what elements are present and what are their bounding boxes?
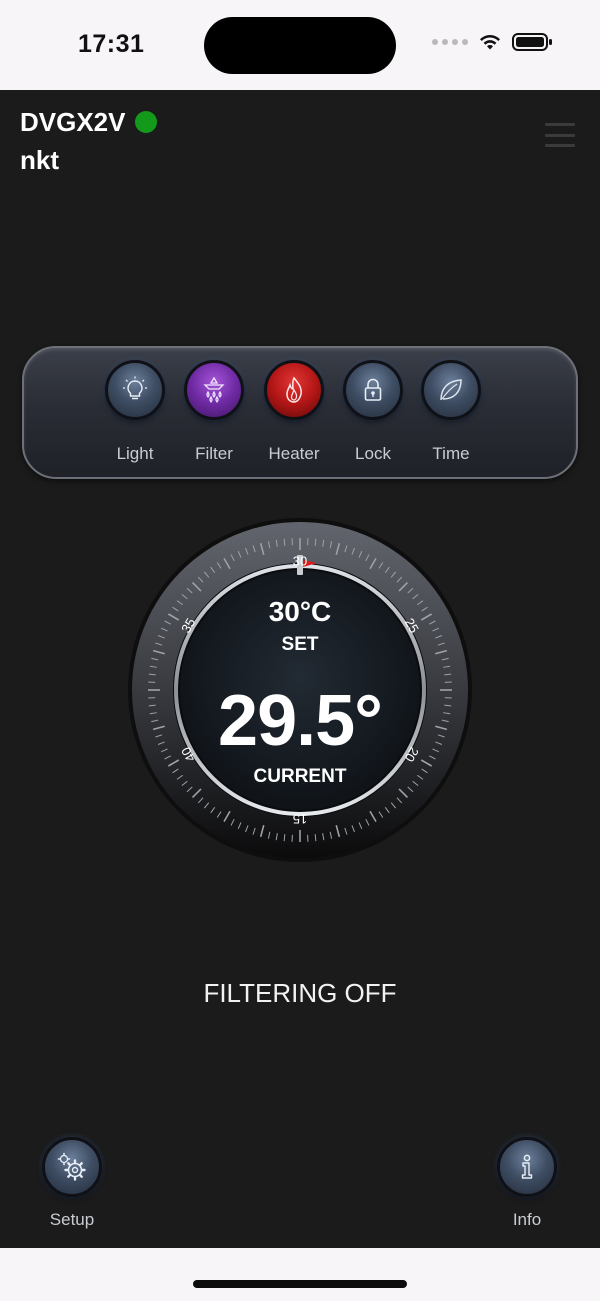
heater-label: Heater (268, 444, 320, 463)
info-label: Info (512, 1210, 542, 1229)
scale-label-15: 15 (293, 812, 307, 827)
time-control[interactable]: Time (411, 360, 491, 470)
status-time: 17:31 (78, 30, 145, 58)
leaf-icon (440, 379, 462, 401)
flame-icon (286, 376, 302, 403)
bulb-icon (123, 376, 147, 400)
filter-button[interactable] (184, 360, 244, 420)
user-name: nkt (20, 145, 59, 175)
lock-icon (364, 378, 382, 401)
light-label: Light (116, 444, 154, 463)
info-icon (521, 1154, 533, 1179)
wifi-icon (480, 34, 500, 50)
status-icons (432, 32, 554, 52)
app-screen: DVGX2V nkt Light Filter Heater Lock Time… (0, 90, 600, 1248)
home-indicator[interactable] (193, 1280, 407, 1288)
light-control[interactable]: Light (95, 360, 175, 470)
lock-control[interactable]: Lock (333, 360, 413, 470)
device-name: DVGX2V (20, 107, 126, 137)
setup-button[interactable] (42, 1137, 102, 1197)
time-label: Time (432, 444, 470, 463)
set-temperature: 30°C (268, 596, 332, 627)
setup-item[interactable]: Setup (27, 1133, 117, 1233)
set-label: SET (281, 634, 319, 655)
filter-icon (203, 376, 225, 403)
current-temperature: 29.5° (218, 681, 383, 761)
battery-icon (512, 33, 552, 51)
filter-control[interactable]: Filter (174, 360, 254, 470)
heater-control[interactable]: Heater (254, 360, 334, 470)
home-indicator-area (0, 1248, 600, 1301)
setup-label: Setup (49, 1210, 95, 1229)
info-button[interactable] (497, 1137, 557, 1197)
scale-label-30: 30 (293, 553, 307, 568)
lock-button[interactable] (343, 360, 403, 420)
light-button[interactable] (105, 360, 165, 420)
cellular-signal-icon (432, 39, 468, 45)
current-label: CURRENT (253, 766, 347, 787)
gear-icon (57, 1152, 86, 1181)
online-status-icon (135, 111, 157, 133)
filter-label: Filter (195, 444, 233, 463)
heater-button[interactable] (264, 360, 324, 420)
filtering-status: FILTERING OFF (203, 978, 397, 1008)
info-item[interactable]: Info (482, 1133, 572, 1233)
control-panel: Light Filter Heater Lock Time (22, 346, 578, 479)
time-button[interactable] (421, 360, 481, 420)
menu-button[interactable] (545, 120, 575, 150)
status-bar: 17:31 (0, 0, 600, 90)
lock-label: Lock (355, 444, 391, 463)
dynamic-island (204, 17, 396, 74)
